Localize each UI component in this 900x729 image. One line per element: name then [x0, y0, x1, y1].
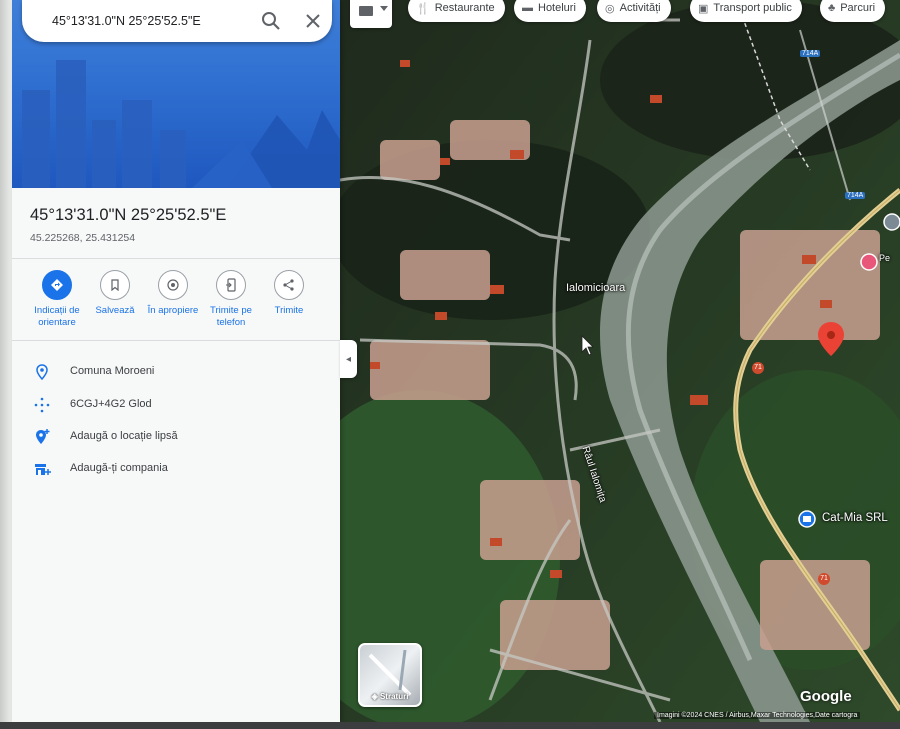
search-input[interactable]: [50, 10, 254, 32]
window-edge: [0, 0, 12, 722]
layers-icon: ◈: [371, 692, 378, 701]
plus-code-icon: [32, 395, 52, 415]
business-label[interactable]: Cat-Mia SRL: [822, 512, 888, 524]
search-icon[interactable]: [258, 8, 284, 34]
map-type-button[interactable]: [350, 0, 392, 28]
monitor-bezel: [0, 722, 900, 729]
directions-button[interactable]: Indicații de orientare: [26, 270, 88, 329]
location-pin-icon: [32, 362, 52, 382]
close-icon[interactable]: [300, 8, 326, 34]
road-sign-714a: 714A: [800, 50, 821, 57]
road-sign-71-2: 71: [818, 573, 830, 585]
transit-icon: ▣: [698, 2, 709, 15]
share-icon: [274, 270, 304, 300]
map-attribution[interactable]: Imagini ©2024 CNES / Airbus,Maxar Techno…: [654, 712, 861, 719]
search-box[interactable]: [22, 0, 332, 42]
divider: [12, 340, 340, 341]
chip-restaurants[interactable]: 🍴 Restaurante: [408, 0, 505, 22]
satellite-imagery: [340, 0, 900, 722]
directions-icon: [42, 270, 72, 300]
chip-hotels[interactable]: ▬ Hoteluri: [514, 0, 586, 22]
nearby-icon: [158, 270, 188, 300]
send-to-phone-icon: [216, 270, 246, 300]
info-row-add-business[interactable]: Adaugă-ți compania: [12, 457, 340, 483]
chevron-down-icon: [380, 6, 388, 11]
collapse-panel-button[interactable]: ◂: [340, 340, 357, 378]
place-title: 45°13'31.0"N 25°25'52.5"E: [30, 206, 227, 224]
poi-label[interactable]: Pe: [879, 253, 890, 263]
save-button[interactable]: Salvează: [84, 270, 146, 317]
screen: 🍴 Restaurante ▬ Hoteluri ◎ Activități ▣ Tran…: [0, 0, 900, 722]
nearby-button[interactable]: În apropiere: [142, 270, 204, 317]
bookmark-icon: [100, 270, 130, 300]
hotel-icon: ▬: [522, 2, 533, 14]
share-button[interactable]: Trimite: [258, 270, 320, 317]
camera-icon: ◎: [605, 2, 615, 15]
place-decimal-coordinates: 45.225268, 25.431254: [30, 232, 136, 244]
chevron-left-icon: ◂: [345, 353, 352, 365]
grid-icon: [359, 6, 373, 16]
send-to-phone-button[interactable]: Trimite pe telefon: [200, 270, 262, 329]
category-chips: 🍴 Restaurante ▬ Hoteluri ◎ Activități ▣ Tran…: [340, 0, 900, 28]
info-row-add-location[interactable]: Adaugă o locație lipsă: [12, 425, 340, 451]
road-sign-714a-2: 714A: [845, 192, 866, 199]
info-row-plus-code[interactable]: 6CGJ+4G2 Glod: [12, 393, 340, 419]
park-icon: ♣: [828, 2, 836, 14]
chip-activities[interactable]: ◎ Activități: [597, 0, 671, 22]
chip-parks[interactable]: ♣ Parcuri: [820, 0, 886, 22]
layers-button[interactable]: ◈ Straturi: [358, 643, 422, 707]
restaurant-icon: 🍴: [416, 2, 430, 15]
locality-label: Ialomicioara: [566, 282, 626, 294]
chip-transit[interactable]: ▣ Transport public: [690, 0, 802, 22]
place-hero-image: [12, 0, 340, 188]
action-buttons: Indicații de orientare Salvează În aprop…: [12, 270, 340, 340]
add-location-icon: [32, 427, 52, 447]
info-row-locality[interactable]: Comuna Moroeni: [12, 360, 340, 386]
road-sign-71: 71: [752, 362, 764, 374]
google-logo: Google: [800, 688, 852, 705]
satellite-map[interactable]: 🍴 Restaurante ▬ Hoteluri ◎ Activități ▣ Tran…: [340, 0, 900, 722]
divider: [12, 258, 340, 259]
place-side-panel: 45°13'31.0"N 25°25'52.5"E 45.225268, 25.…: [12, 0, 340, 722]
add-business-icon: [32, 459, 52, 479]
